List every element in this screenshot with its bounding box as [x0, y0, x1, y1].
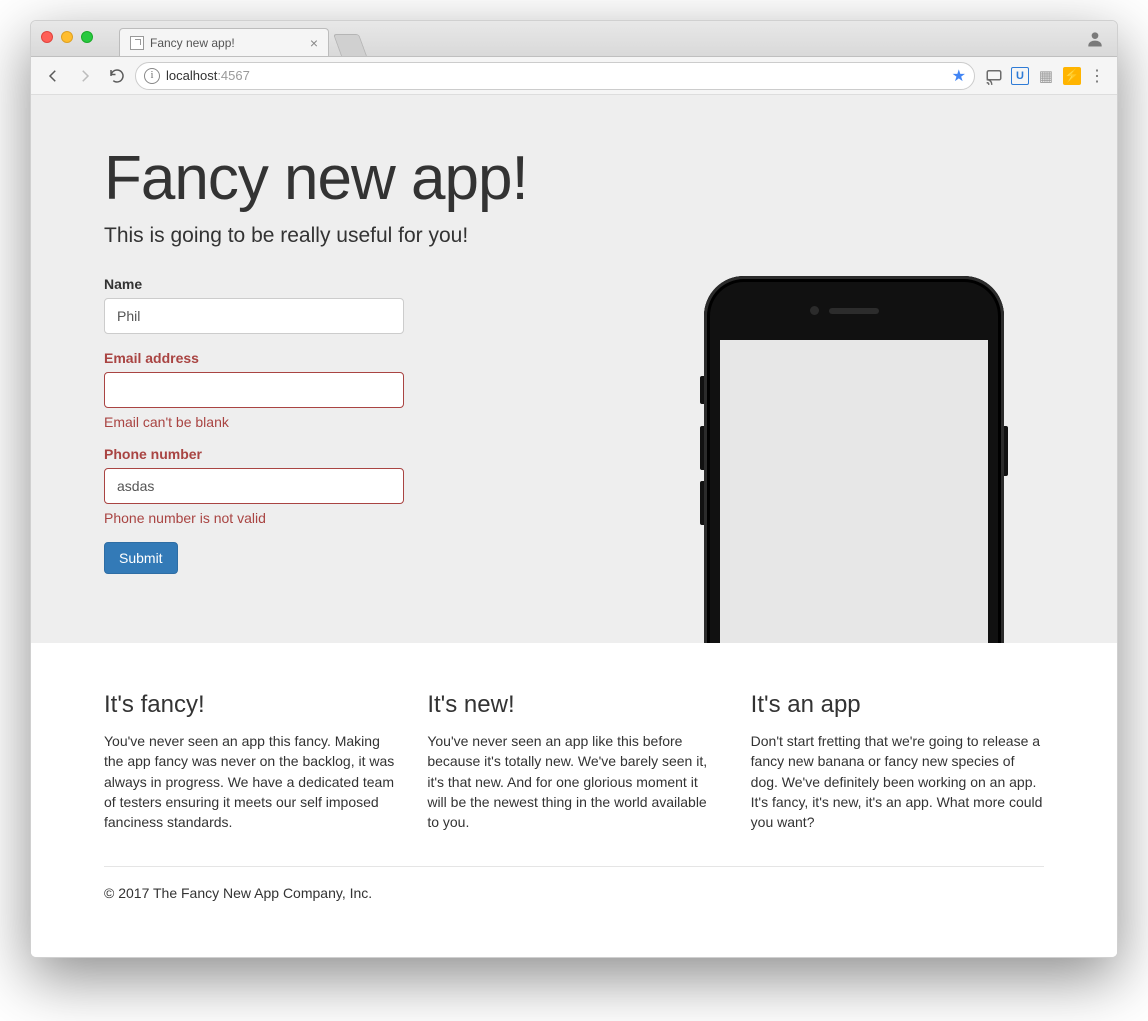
page-subtitle: This is going to be really useful for yo…: [104, 224, 1044, 248]
phone-label: Phone number: [104, 446, 404, 462]
maximize-window-button[interactable]: [81, 31, 93, 43]
titlebar: Fancy new app! ×: [31, 21, 1117, 57]
submit-button[interactable]: Submit: [104, 542, 178, 574]
bookmark-star-icon[interactable]: ★: [952, 66, 966, 86]
window-controls: [41, 31, 93, 43]
feature-body: You've never seen an app this fancy. Mak…: [104, 731, 397, 832]
phone-camera: [810, 306, 819, 315]
feature-heading: It's fancy!: [104, 691, 397, 719]
tab-title: Fancy new app!: [150, 36, 235, 50]
file-icon: [130, 36, 144, 50]
page-title: Fancy new app!: [104, 143, 1044, 214]
phone-mockup-column: [404, 276, 1044, 574]
url-host: localhost: [166, 68, 217, 83]
browser-window: Fancy new app! × i localhost:4567 ★: [30, 20, 1118, 958]
back-button[interactable]: [39, 62, 67, 90]
feature-body: You've never seen an app like this befor…: [427, 731, 720, 832]
browser-tab[interactable]: Fancy new app! ×: [119, 28, 329, 56]
site-info-icon[interactable]: i: [144, 68, 160, 84]
close-window-button[interactable]: [41, 31, 53, 43]
reload-button[interactable]: [103, 62, 131, 90]
extension-grid-icon[interactable]: ▦: [1037, 67, 1055, 85]
address-bar[interactable]: i localhost:4567 ★: [135, 62, 975, 90]
email-error: Email can't be blank: [104, 414, 404, 430]
browser-menu-button[interactable]: ⋮: [1085, 66, 1109, 86]
feature-fancy: It's fancy! You've never seen an app thi…: [104, 691, 397, 832]
footer-text: © 2017 The Fancy New App Company, Inc.: [104, 885, 1044, 929]
url-port: :4567: [217, 68, 250, 83]
feature-new: It's new! You've never seen an app like …: [427, 691, 720, 832]
browser-toolbar: i localhost:4567 ★ U ▦ ⚡ ⋮: [31, 57, 1117, 95]
email-field-group: Email address Email can't be blank: [104, 350, 404, 430]
name-field-group: Name: [104, 276, 404, 334]
minimize-window-button[interactable]: [61, 31, 73, 43]
name-input[interactable]: [104, 298, 404, 334]
extension-icons: U ▦ ⚡: [979, 67, 1081, 85]
phone-field-group: Phone number Phone number is not valid: [104, 446, 404, 526]
url-text: localhost:4567: [166, 68, 250, 83]
divider: [104, 866, 1044, 867]
phone-mockup: [704, 276, 1004, 643]
page-viewport: Fancy new app! This is going to be reall…: [31, 95, 1117, 957]
phone-error: Phone number is not valid: [104, 510, 404, 526]
phone-input[interactable]: [104, 468, 404, 504]
email-label: Email address: [104, 350, 404, 366]
phone-body: [704, 276, 1004, 643]
new-tab-button[interactable]: [333, 34, 367, 56]
email-input[interactable]: [104, 372, 404, 408]
close-tab-icon[interactable]: ×: [310, 36, 318, 50]
extension-u-icon[interactable]: U: [1011, 67, 1029, 85]
feature-app: It's an app Don't start fretting that we…: [751, 691, 1044, 832]
phone-speaker: [829, 308, 879, 314]
feature-body: Don't start fretting that we're going to…: [751, 731, 1044, 832]
feature-heading: It's an app: [751, 691, 1044, 719]
features-section: It's fancy! You've never seen an app thi…: [31, 643, 1117, 957]
extension-bolt-icon[interactable]: ⚡: [1063, 67, 1081, 85]
forward-button[interactable]: [71, 62, 99, 90]
hero-section: Fancy new app! This is going to be reall…: [31, 95, 1117, 643]
feature-heading: It's new!: [427, 691, 720, 719]
name-label: Name: [104, 276, 404, 292]
phone-power-button: [1004, 426, 1008, 476]
profile-icon[interactable]: [1085, 29, 1105, 49]
cast-icon[interactable]: [985, 67, 1003, 85]
phone-screen: [720, 340, 988, 643]
signup-form: Name Email address Email can't be blank …: [104, 276, 404, 574]
